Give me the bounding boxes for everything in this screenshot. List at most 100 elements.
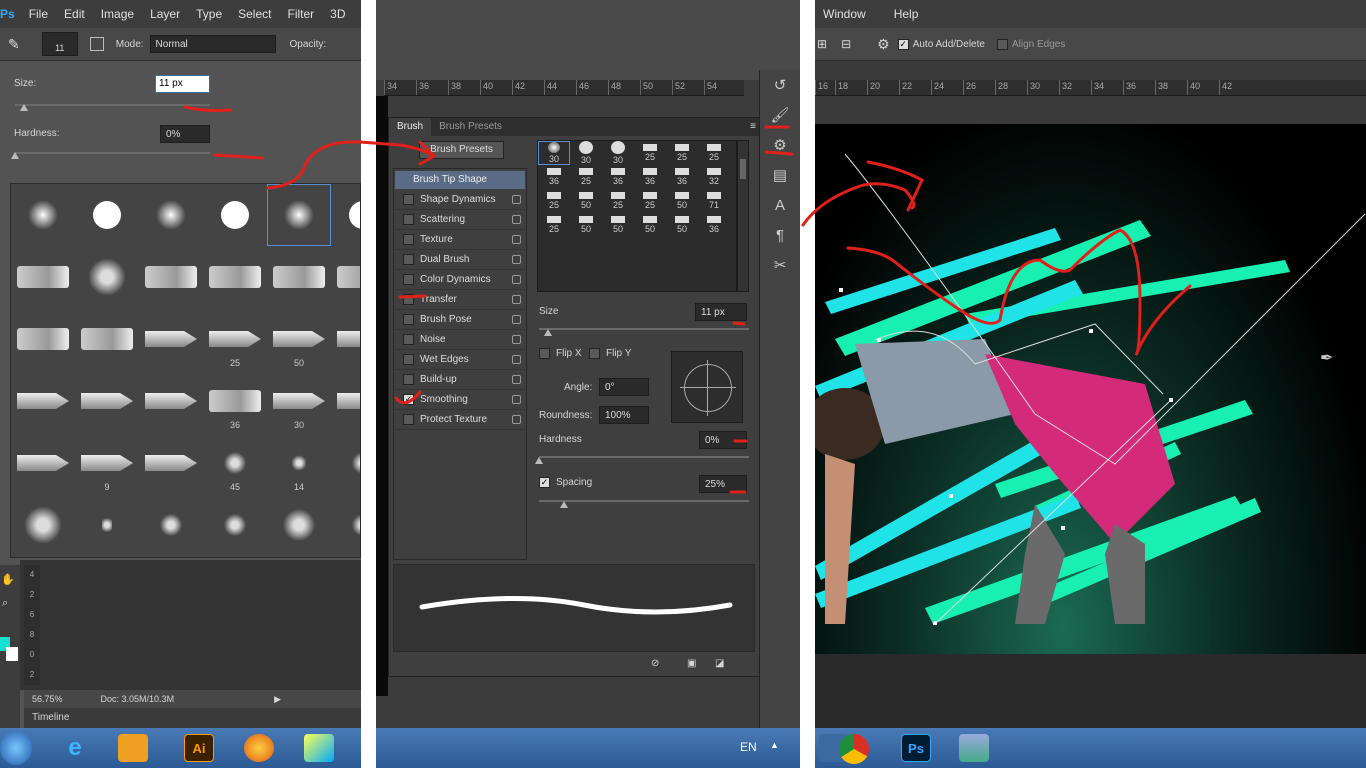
brush-tip-bristle[interactable] — [267, 246, 331, 308]
hardness-input[interactable]: 0% — [160, 125, 210, 143]
menu-file[interactable]: File — [21, 7, 56, 21]
tip-hardness-knob[interactable] — [535, 457, 543, 464]
tip-cell[interactable]: 50 — [666, 189, 698, 213]
tip-size-slider[interactable] — [539, 328, 749, 330]
tip-cell[interactable]: 71 — [698, 189, 730, 213]
brush-presets-button[interactable]: Brush Presets — [419, 141, 504, 159]
language-indicator[interactable]: EN — [740, 740, 757, 754]
tip-cell[interactable]: 25 — [538, 189, 570, 213]
size-input[interactable]: 11 px — [155, 75, 210, 93]
tip-cell[interactable]: 25 — [602, 189, 634, 213]
brush-tip-pen[interactable] — [331, 308, 360, 370]
tip-cell[interactable]: 50 — [570, 213, 602, 237]
toggle-live-tip-icon[interactable]: ⊘ — [651, 658, 659, 669]
flip-y-checkbox[interactable]: Flip Y — [589, 348, 631, 359]
brush-tip-pen[interactable]: 30 — [267, 370, 331, 432]
hardness-slider-knob[interactable] — [11, 152, 19, 159]
brush-tip-selected[interactable] — [267, 184, 331, 246]
brush-tip-pen[interactable] — [331, 370, 360, 432]
clone-source-icon[interactable]: ▤ — [760, 160, 800, 190]
menu-window[interactable]: Window — [815, 7, 874, 21]
spacing-slider[interactable] — [539, 500, 749, 502]
path-ops-icon[interactable]: ⊞ — [817, 37, 827, 51]
brush-tip-splatter[interactable] — [267, 494, 331, 556]
align-edges-checkbox[interactable] — [996, 38, 1008, 50]
tip-cell[interactable]: 36 — [634, 165, 666, 189]
tip-cell[interactable]: 36 — [538, 165, 570, 189]
brush-tip-bristle[interactable] — [331, 246, 360, 308]
tip-grid-scrollbar[interactable] — [737, 140, 749, 292]
brush-tip-hard-round[interactable] — [331, 184, 360, 246]
flip-x-checkbox[interactable]: Flip X — [539, 348, 582, 359]
brush-tip-pen[interactable] — [75, 370, 139, 432]
brush-panel-icon[interactable]: 🖌 — [760, 100, 800, 130]
tip-hardness-slider[interactable] — [539, 456, 749, 458]
firefox-icon[interactable] — [244, 734, 274, 762]
tip-cell[interactable]: 50 — [666, 213, 698, 237]
menu-layer[interactable]: Layer — [142, 7, 188, 21]
brush-tip-hard-round[interactable] — [75, 184, 139, 246]
tip-cell[interactable]: 36 — [698, 213, 730, 237]
spacing-knob[interactable] — [560, 501, 568, 508]
tip-cell[interactable]: 30 — [602, 141, 634, 165]
brush-tip-pen[interactable] — [11, 370, 75, 432]
hand-tool-icon[interactable]: ✋ — [1, 573, 15, 586]
illustrator-icon[interactable]: Ai — [184, 734, 214, 762]
brush-tip-pencil[interactable] — [139, 308, 203, 370]
brush-tip-splatter[interactable] — [11, 494, 75, 556]
tip-cell[interactable]: 25 — [698, 141, 730, 165]
brush-tip-soft-round[interactable] — [11, 184, 75, 246]
tip-cell[interactable]: 25 — [538, 213, 570, 237]
tip-cell[interactable]: 50 — [570, 189, 602, 213]
history-icon[interactable]: ↺ — [760, 70, 800, 100]
brush-tip-hard-round[interactable] — [203, 184, 267, 246]
brush-tip-pencil[interactable]: 9 — [75, 432, 139, 494]
angle-input[interactable]: 0° — [599, 378, 649, 396]
create-brush-icon[interactable]: ▣ — [687, 658, 696, 669]
spacing-checkbox[interactable]: ✓ Spacing — [539, 477, 592, 488]
brush-tip-splatter[interactable]: 14 — [267, 432, 331, 494]
brush-tip-splatter[interactable]: 45 — [203, 432, 267, 494]
brush-preset-picker[interactable]: 11 — [41, 32, 78, 56]
size-slider-knob[interactable] — [20, 104, 28, 111]
paragraph-icon[interactable]: ¶ — [760, 220, 800, 250]
brush-tip-pencil[interactable] — [139, 432, 203, 494]
character-icon[interactable]: A — [760, 190, 800, 220]
adjustments-icon[interactable]: ⚙ — [760, 130, 800, 160]
brush-tip-splatter[interactable] — [75, 494, 139, 556]
brush-tip-splatter[interactable] — [139, 494, 203, 556]
spacing-input[interactable]: 25% — [699, 475, 747, 493]
roundness-input[interactable]: 100% — [599, 406, 649, 424]
menu-filter[interactable]: Filter — [279, 7, 322, 21]
tip-cell[interactable]: 50 — [634, 213, 666, 237]
hardness-slider[interactable] — [15, 152, 210, 154]
tip-cell[interactable]: 50 — [602, 213, 634, 237]
paint-icon[interactable] — [304, 734, 334, 762]
tip-size-input[interactable]: 11 px — [695, 303, 747, 321]
chrome-icon[interactable] — [839, 734, 869, 764]
brush-tip-pencil[interactable]: 25 — [203, 308, 267, 370]
ie-icon[interactable]: e — [60, 734, 90, 762]
brush-tip-soft-round[interactable] — [139, 184, 203, 246]
menu-image[interactable]: Image — [93, 7, 142, 21]
brush-tip-splatter[interactable] — [331, 432, 360, 494]
mode-select[interactable]: Normal — [149, 35, 276, 53]
background-color-swatch[interactable] — [6, 647, 18, 661]
status-arrow-icon[interactable]: ▶ — [274, 694, 281, 705]
windows-start-icon[interactable] — [0, 731, 32, 765]
path-arrange-icon[interactable]: ⊟ — [841, 37, 851, 51]
gear-icon[interactable]: ⚙ — [877, 36, 890, 53]
tip-cell[interactable]: 32 — [698, 165, 730, 189]
menu-3d[interactable]: 3D — [322, 7, 353, 21]
new-preset-icon[interactable]: ◪ — [715, 658, 724, 669]
brush-panel-toggle-icon[interactable] — [89, 37, 104, 51]
tip-cell[interactable]: 25 — [666, 141, 698, 165]
zoom-tool-icon[interactable]: ⌕ — [2, 597, 8, 610]
menu-edit[interactable]: Edit — [56, 7, 93, 21]
brush-tip-bristle[interactable] — [11, 308, 75, 370]
angle-roundness-widget[interactable] — [671, 351, 743, 423]
menu-select[interactable]: Select — [230, 7, 279, 21]
auto-add-checkbox[interactable]: ✓ — [897, 38, 909, 50]
photoshop-icon[interactable]: Ps — [901, 734, 931, 762]
tab-brush-presets[interactable]: Brush Presets — [431, 118, 510, 136]
